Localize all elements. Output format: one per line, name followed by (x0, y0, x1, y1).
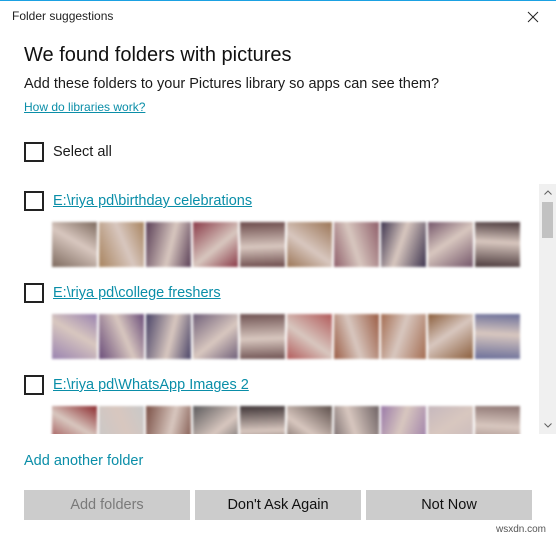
thumbnail-image (52, 406, 97, 434)
thumbnail-image (334, 314, 379, 359)
thumbnail-image (193, 222, 238, 267)
dialog-heading: We found folders with pictures (24, 44, 292, 66)
thumbnail-image (475, 314, 520, 359)
thumbnail-image (146, 314, 191, 359)
thumbnail-image (428, 406, 473, 434)
thumbnail-image (240, 314, 285, 359)
scrollbar-thumb[interactable] (542, 202, 553, 238)
vertical-scrollbar[interactable] (539, 184, 556, 434)
window-title: Folder suggestions (12, 9, 114, 23)
thumbnail-image (287, 406, 332, 434)
dont-ask-again-button[interactable]: Don't Ask Again (195, 490, 361, 520)
thumbnail-image (381, 406, 426, 434)
thumbnail-image (381, 314, 426, 359)
folder-checkbox[interactable] (24, 283, 44, 303)
thumbnail-image (99, 314, 144, 359)
folder-checkbox[interactable] (24, 375, 44, 395)
chevron-up-icon (543, 190, 552, 195)
close-icon (527, 11, 539, 22)
folder-path-link[interactable]: E:\riya pd\college freshers (53, 285, 221, 301)
not-now-button[interactable]: Not Now (366, 490, 532, 520)
thumbnail-image (287, 314, 332, 359)
thumbnail-image (240, 222, 285, 267)
dialog-subtitle: Add these folders to your Pictures libra… (24, 76, 440, 92)
thumbnail-image (475, 406, 520, 434)
folder-item: E:\riya pd\birthday celebrations (24, 190, 534, 267)
thumbnail-image (334, 222, 379, 267)
folder-item: E:\riya pd\college freshers (24, 282, 534, 359)
folder-thumbnails (52, 222, 520, 267)
folder-item: E:\riya pd\WhatsApp Images 2 (24, 374, 534, 434)
scroll-down-arrow[interactable] (539, 417, 556, 434)
thumbnail-image (193, 406, 238, 434)
folder-checkbox[interactable] (24, 191, 44, 211)
folder-list: E:\riya pd\birthday celebrations E:\riya… (0, 184, 556, 434)
thumbnail-image (52, 314, 97, 359)
scroll-up-arrow[interactable] (539, 184, 556, 201)
thumbnail-image (193, 314, 238, 359)
thumbnail-image (52, 222, 97, 267)
thumbnail-image (287, 222, 332, 267)
watermark: wsxdn.com (495, 524, 546, 535)
thumbnail-image (99, 406, 144, 434)
add-another-folder-link[interactable]: Add another folder (24, 453, 143, 469)
thumbnail-image (146, 222, 191, 267)
folder-path-link[interactable]: E:\riya pd\birthday celebrations (53, 193, 252, 209)
close-button[interactable] (510, 1, 556, 32)
add-folders-button[interactable]: Add folders (24, 490, 190, 520)
chevron-down-icon (543, 423, 552, 428)
thumbnail-image (99, 222, 144, 267)
thumbnail-image (240, 406, 285, 434)
thumbnail-image (334, 406, 379, 434)
thumbnail-image (428, 222, 473, 267)
dialog-buttons: Add folders Don't Ask Again Not Now (24, 490, 532, 520)
thumbnail-image (428, 314, 473, 359)
thumbnail-image (146, 406, 191, 434)
select-all-label: Select all (53, 144, 112, 160)
folder-suggestions-dialog: Folder suggestions We found folders with… (0, 0, 556, 540)
select-all-checkbox[interactable] (24, 142, 44, 162)
thumbnail-image (381, 222, 426, 267)
folder-thumbnails (52, 314, 520, 359)
folder-thumbnails (52, 406, 520, 434)
thumbnail-image (475, 222, 520, 267)
folder-path-link[interactable]: E:\riya pd\WhatsApp Images 2 (53, 377, 249, 393)
select-all-row[interactable]: Select all (24, 142, 112, 162)
title-bar: Folder suggestions (0, 1, 556, 33)
libraries-help-link[interactable]: How do libraries work? (24, 100, 145, 114)
